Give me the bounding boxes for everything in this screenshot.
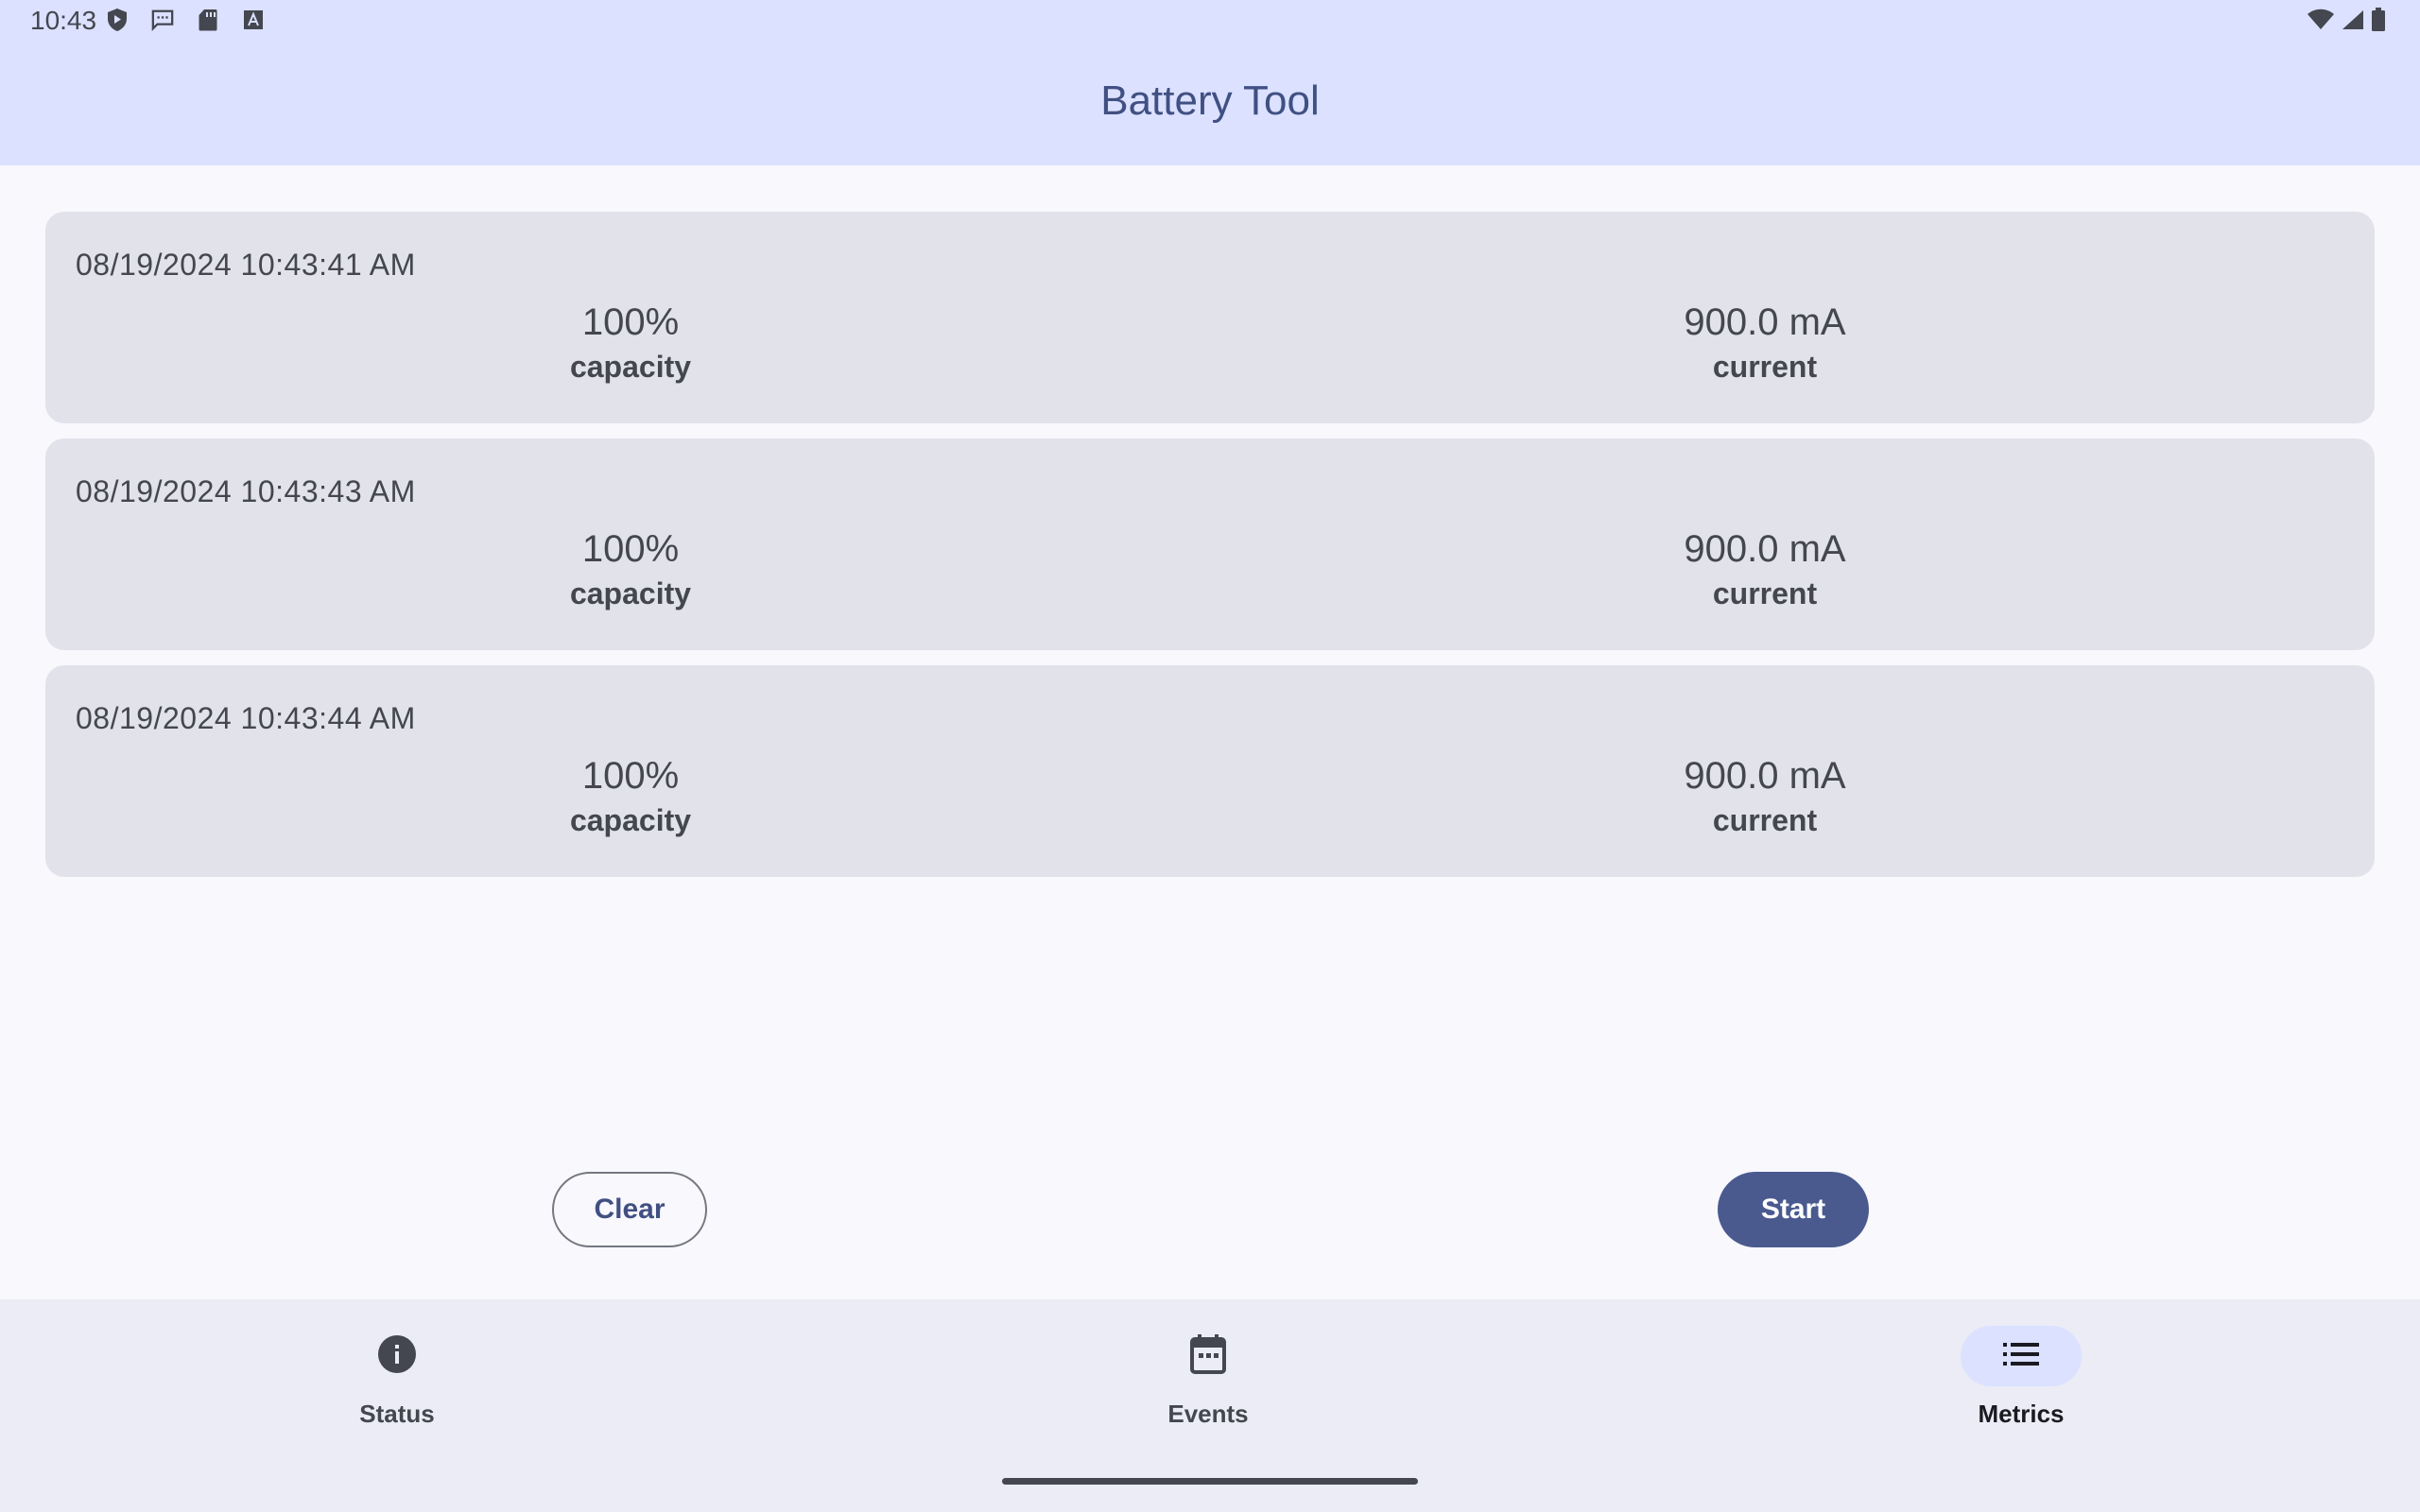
nav-label-status: Status xyxy=(359,1400,435,1428)
capacity-metric: 100% capacity xyxy=(441,754,820,839)
metric-record-card: 08/19/2024 10:43:43 AM 100% capacity 900… xyxy=(45,438,2375,650)
current-metric: 900.0 mA current xyxy=(1576,527,1954,612)
status-bar: 10:43 xyxy=(0,0,2420,45)
record-timestamp: 08/19/2024 10:43:41 AM xyxy=(76,248,416,282)
calendar-icon xyxy=(1190,1333,1226,1379)
nav-indicator xyxy=(337,1326,458,1386)
clear-button[interactable]: Clear xyxy=(552,1172,707,1247)
capacity-label: capacity xyxy=(569,350,692,384)
current-label: current xyxy=(1712,350,1818,384)
current-value: 900.0 mA xyxy=(1684,528,1846,570)
battery-icon xyxy=(2371,8,2386,37)
metric-record-card: 08/19/2024 10:43:41 AM 100% capacity 900… xyxy=(45,212,2375,423)
text-a-icon xyxy=(242,8,265,32)
current-metric: 900.0 mA current xyxy=(1576,301,1954,386)
current-value: 900.0 mA xyxy=(1684,301,1846,343)
signal-icon xyxy=(2341,9,2365,36)
nav-item-metrics[interactable]: Metrics xyxy=(1927,1326,2116,1429)
battery-tool-screen: 10:43 Battery Tool 08/19/2024 10:43:41 A… xyxy=(0,0,2420,1512)
nav-label-events: Events xyxy=(1167,1400,1249,1428)
capacity-value: 100% xyxy=(581,301,680,343)
nav-item-events[interactable]: Events xyxy=(1114,1326,1303,1429)
start-button[interactable]: Start xyxy=(1718,1172,1869,1247)
status-icons-right xyxy=(2307,8,2386,37)
play-protect-icon xyxy=(106,8,129,32)
capacity-metric: 100% capacity xyxy=(441,527,820,612)
record-timestamp: 08/19/2024 10:43:43 AM xyxy=(76,474,416,508)
capacity-label: capacity xyxy=(569,576,692,610)
current-label: current xyxy=(1712,803,1818,837)
nav-indicator-active xyxy=(1961,1326,2082,1386)
home-indicator[interactable] xyxy=(1002,1478,1418,1485)
current-label: current xyxy=(1712,576,1818,610)
list-icon xyxy=(2003,1341,2039,1372)
status-icons-left xyxy=(106,8,265,32)
wifi-icon xyxy=(2307,9,2335,36)
top-app-bar: 10:43 Battery Tool xyxy=(0,0,2420,165)
current-value: 900.0 mA xyxy=(1684,755,1846,797)
capacity-value: 100% xyxy=(581,755,680,797)
info-icon xyxy=(377,1334,417,1379)
record-timestamp: 08/19/2024 10:43:44 AM xyxy=(76,701,416,735)
metrics-list: 08/19/2024 10:43:41 AM 100% capacity 900… xyxy=(45,212,2375,892)
nav-item-status[interactable]: Status xyxy=(302,1326,492,1429)
status-time: 10:43 xyxy=(30,6,97,35)
page-title: Battery Tool xyxy=(1100,77,1320,124)
nav-indicator xyxy=(1148,1326,1269,1386)
capacity-label: capacity xyxy=(569,803,692,837)
message-icon xyxy=(151,8,174,32)
current-metric: 900.0 mA current xyxy=(1576,754,1954,839)
nav-label-metrics: Metrics xyxy=(1978,1400,2065,1428)
metric-record-card: 08/19/2024 10:43:44 AM 100% capacity 900… xyxy=(45,665,2375,877)
capacity-value: 100% xyxy=(581,528,680,570)
sd-card-icon xyxy=(197,8,219,32)
capacity-metric: 100% capacity xyxy=(441,301,820,386)
